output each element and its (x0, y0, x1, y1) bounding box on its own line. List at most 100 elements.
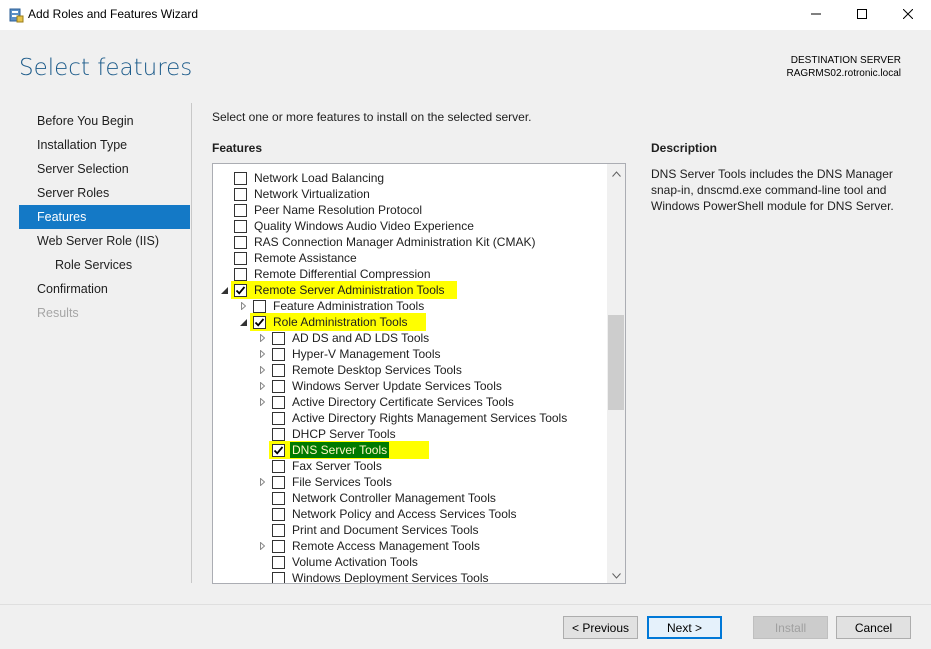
checkbox-unchecked[interactable] (253, 300, 266, 313)
checkbox-unchecked[interactable] (272, 412, 285, 425)
feature-row[interactable]: Network Controller Management Tools (213, 490, 607, 506)
maximize-button[interactable] (839, 0, 885, 30)
chevron-up-icon (611, 166, 621, 180)
feature-row[interactable]: Network Policy and Access Services Tools (213, 506, 607, 522)
feature-row[interactable]: Print and Document Services Tools (213, 522, 607, 538)
feature-row[interactable]: Network Load Balancing (213, 170, 607, 186)
feature-row[interactable]: Active Directory Rights Management Servi… (213, 410, 607, 426)
description-heading: Description (651, 141, 718, 155)
expander-closed-icon[interactable] (257, 378, 267, 394)
feature-label: Windows Server Update Services Tools (292, 379, 502, 393)
checkbox-unchecked[interactable] (234, 204, 247, 217)
checkbox-checked[interactable] (234, 284, 247, 297)
feature-row[interactable]: Remote Desktop Services Tools (213, 362, 607, 378)
nav-item-before-you-begin[interactable]: Before You Begin (19, 109, 190, 133)
feature-label: Active Directory Rights Management Servi… (292, 411, 568, 425)
feature-row[interactable]: Remote Server Administration Tools (213, 281, 607, 299)
checkbox-unchecked[interactable] (234, 220, 247, 233)
scroll-up-button[interactable] (607, 164, 625, 181)
expander-closed-icon[interactable] (257, 330, 267, 346)
nav-item-installation-type[interactable]: Installation Type (19, 133, 190, 157)
checkbox-unchecked[interactable] (272, 556, 285, 569)
feature-label: Print and Document Services Tools (292, 523, 479, 537)
minimize-button[interactable] (793, 0, 839, 30)
feature-row[interactable]: DHCP Server Tools (213, 426, 607, 442)
nav-item-server-roles[interactable]: Server Roles (19, 181, 190, 205)
checkbox-unchecked[interactable] (272, 380, 285, 393)
feature-row[interactable]: Remote Access Management Tools (213, 538, 607, 554)
checkbox-unchecked[interactable] (272, 396, 285, 409)
feature-label: RAS Connection Manager Administration Ki… (254, 235, 536, 249)
checkbox-checked[interactable] (253, 316, 266, 329)
feature-row[interactable]: DNS Server Tools (213, 441, 607, 459)
wizard-window: Add Roles and Features Wizard Select fea… (0, 0, 931, 649)
expander-open-icon[interactable] (219, 282, 229, 298)
feature-row[interactable]: Network Virtualization (213, 186, 607, 202)
feature-row[interactable]: Role Administration Tools (213, 313, 607, 331)
cancel-button[interactable]: Cancel (836, 616, 911, 639)
nav-divider (191, 103, 192, 583)
checkbox-checked[interactable] (272, 444, 285, 457)
feature-row[interactable]: Windows Server Update Services Tools (213, 378, 607, 394)
feature-label: Network Virtualization (254, 187, 370, 201)
checkbox-unchecked[interactable] (272, 492, 285, 505)
feature-row[interactable]: Volume Activation Tools (213, 554, 607, 570)
feature-row[interactable]: Active Directory Certificate Services To… (213, 394, 607, 410)
feature-row[interactable]: Remote Assistance (213, 250, 607, 266)
nav-item-results: Results (37, 306, 79, 320)
checkbox-unchecked[interactable] (234, 252, 247, 265)
scroll-down-button[interactable] (607, 566, 625, 583)
scroll-thumb[interactable] (608, 315, 624, 410)
expander-closed-icon[interactable] (257, 538, 267, 554)
checkbox-unchecked[interactable] (272, 540, 285, 553)
expander-closed-icon[interactable] (257, 346, 267, 362)
feature-row[interactable]: Windows Deployment Services Tools (213, 570, 607, 583)
next-button[interactable]: Next > (647, 616, 722, 639)
feature-row[interactable]: Fax Server Tools (213, 458, 607, 474)
expander-open-icon[interactable] (238, 314, 248, 330)
nav-item-web-server-role-iis[interactable]: Web Server Role (IIS) (19, 229, 190, 253)
checkbox-unchecked[interactable] (234, 188, 247, 201)
previous-button[interactable]: < Previous (563, 616, 638, 639)
nav-item-confirmation[interactable]: Confirmation (19, 277, 190, 301)
checkbox-unchecked[interactable] (234, 236, 247, 249)
checkbox-unchecked[interactable] (272, 524, 285, 537)
feature-row[interactable]: Remote Differential Compression (213, 266, 607, 282)
nav-item-features[interactable]: Features (19, 205, 190, 229)
checkbox-unchecked[interactable] (272, 476, 285, 489)
expander-closed-icon[interactable] (257, 474, 267, 490)
checkbox-unchecked[interactable] (272, 508, 285, 521)
feature-row[interactable]: RAS Connection Manager Administration Ki… (213, 234, 607, 250)
checkbox-unchecked[interactable] (272, 428, 285, 441)
feature-row[interactable]: Hyper-V Management Tools (213, 346, 607, 362)
feature-label: Fax Server Tools (292, 459, 382, 473)
feature-label: Feature Administration Tools (273, 299, 425, 313)
feature-row[interactable]: File Services Tools (213, 474, 607, 490)
expander-closed-icon[interactable] (257, 362, 267, 378)
checkbox-unchecked[interactable] (272, 332, 285, 345)
checkbox-unchecked[interactable] (234, 172, 247, 185)
feature-label: Remote Assistance (254, 251, 357, 265)
instruction-text: Select one or more features to install o… (212, 110, 532, 124)
checkbox-unchecked[interactable] (234, 268, 247, 281)
feature-label: Network Controller Management Tools (292, 491, 496, 505)
features-scrollbar[interactable] (607, 164, 625, 583)
expander-closed-icon[interactable] (257, 394, 267, 410)
checkbox-unchecked[interactable] (272, 348, 285, 361)
checkbox-unchecked[interactable] (272, 364, 285, 377)
feature-row[interactable]: Peer Name Resolution Protocol (213, 202, 607, 218)
nav-item-server-selection[interactable]: Server Selection (19, 157, 190, 181)
checkbox-unchecked[interactable] (272, 460, 285, 473)
expander-closed-icon[interactable] (238, 298, 248, 314)
install-button: Install (753, 616, 828, 639)
checkbox-unchecked[interactable] (272, 572, 285, 583)
destination-server-name: RAGRMS02.rotronic.local (786, 68, 901, 79)
nav-item-role-services[interactable]: Role Services (19, 253, 190, 277)
feature-row[interactable]: AD DS and AD LDS Tools (213, 330, 607, 346)
feature-row[interactable]: Feature Administration Tools (213, 298, 607, 314)
maximize-icon (857, 8, 867, 22)
feature-row[interactable]: Quality Windows Audio Video Experience (213, 218, 607, 234)
features-tree[interactable]: Network Load Balancing Network Virtualiza… (212, 163, 626, 584)
close-button[interactable] (885, 0, 931, 30)
server-manager-icon (8, 7, 24, 23)
